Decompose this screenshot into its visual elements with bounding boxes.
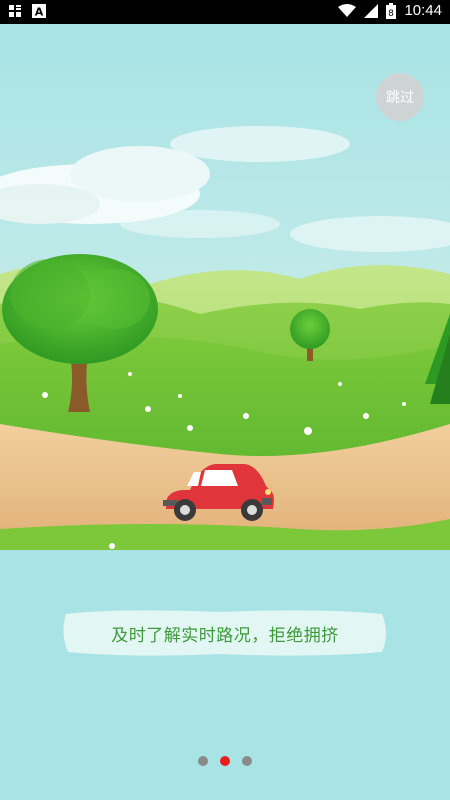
skip-button[interactable]: 跳过 xyxy=(376,73,424,121)
status-right-icons: 8 10:44 xyxy=(338,2,442,19)
status-left-icons: A xyxy=(8,4,46,18)
page-indicator xyxy=(0,756,450,766)
grid-notification-icon xyxy=(9,5,21,17)
wifi-icon xyxy=(338,3,357,17)
onboarding-illustration: 跳过 xyxy=(0,24,450,550)
svg-text:A: A xyxy=(35,6,44,19)
text-a-icon: A xyxy=(32,4,46,18)
page-dot-1[interactable] xyxy=(198,756,208,766)
page-dot-2-active[interactable] xyxy=(220,756,230,766)
clock-time: 10:44 xyxy=(404,2,442,19)
battery-icon: 8 xyxy=(386,2,397,19)
signal-icon xyxy=(364,3,379,18)
status-bar: A 8 10:44 xyxy=(0,0,450,24)
svg-text:8: 8 xyxy=(389,9,395,19)
caption-text: 及时了解实时路况，拒绝拥挤 xyxy=(111,625,339,646)
page-dot-3[interactable] xyxy=(242,756,252,766)
caption-container: 及时了解实时路况，拒绝拥挤 xyxy=(60,606,390,660)
